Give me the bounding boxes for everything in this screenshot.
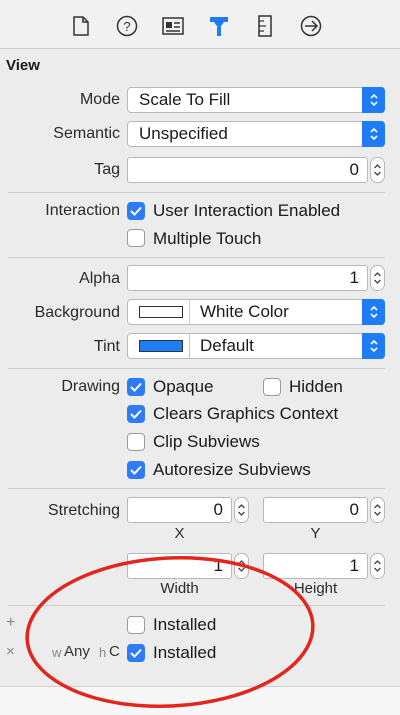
user-interaction-label: User Interaction Enabled	[153, 201, 341, 220]
tint-value: Default	[200, 336, 254, 355]
installed-variation-checkbox[interactable]	[127, 644, 145, 662]
multiple-touch-checkbox[interactable]	[127, 229, 145, 247]
section-divider	[8, 605, 385, 606]
mode-popup[interactable]: Scale To Fill	[127, 87, 385, 113]
background-color-swatch	[139, 306, 183, 318]
popup-arrows-icon	[362, 121, 385, 147]
section-divider	[8, 192, 385, 193]
size-inspector-icon[interactable]	[253, 14, 277, 38]
alpha-field[interactable]: 1	[127, 265, 368, 291]
stretching-label: Stretching	[47, 502, 120, 519]
height-class-value: C	[109, 643, 120, 660]
section-divider	[8, 368, 385, 369]
mode-label: Mode	[79, 91, 120, 108]
stretching-width-caption: Width	[160, 580, 199, 597]
tag-field[interactable]: 0	[127, 157, 368, 183]
stretching-y-caption: Y	[310, 525, 321, 542]
toolbar-divider	[0, 48, 400, 49]
stretching-width-stepper[interactable]	[234, 553, 249, 579]
multiple-touch-label: Multiple Touch	[153, 229, 262, 248]
stretching-x-value: 0	[213, 500, 223, 519]
mode-value: Scale To Fill	[139, 90, 231, 109]
clears-graphics-label: Clears Graphics Context	[153, 404, 339, 423]
background-popup[interactable]: White Color	[127, 299, 385, 325]
installed-checkbox[interactable]	[127, 616, 145, 634]
clip-subviews-checkbox[interactable]	[127, 433, 145, 451]
background-value: White Color	[200, 302, 289, 321]
width-class-value: Any	[64, 643, 90, 660]
stretching-width-value: 1	[213, 556, 223, 575]
installed-variation-label: Installed	[153, 643, 217, 662]
quick-help-icon[interactable]: ?	[115, 14, 139, 38]
stretching-y-stepper[interactable]	[370, 497, 385, 523]
height-class-prefix: h	[99, 645, 107, 660]
stretching-y-field[interactable]: 0	[263, 497, 368, 523]
opaque-checkbox[interactable]	[127, 378, 145, 396]
semantic-popup[interactable]: Unspecified	[127, 121, 385, 147]
semantic-value: Unspecified	[139, 124, 228, 143]
tint-color-swatch	[139, 340, 183, 352]
inspector-toolbar: ?	[0, 0, 400, 48]
section-divider	[8, 488, 385, 489]
stretching-x-caption: X	[174, 525, 185, 542]
stretching-width-field[interactable]: 1	[127, 553, 232, 579]
remove-variation-button[interactable]: ×	[6, 643, 15, 660]
bottom-bar	[0, 686, 400, 715]
svg-text:?: ?	[123, 19, 130, 34]
stretching-y-value: 0	[349, 500, 359, 519]
popup-arrows-icon	[362, 333, 385, 359]
tag-value: 0	[349, 160, 359, 179]
user-interaction-checkbox[interactable]	[127, 202, 145, 220]
tag-label: Tag	[94, 161, 120, 178]
stretching-height-stepper[interactable]	[370, 553, 385, 579]
hidden-label: Hidden	[289, 377, 343, 396]
popup-arrows-icon	[362, 87, 385, 113]
opaque-label: Opaque	[153, 377, 214, 396]
clip-subviews-label: Clip Subviews	[153, 432, 260, 451]
interaction-label: Interaction	[45, 202, 120, 219]
autoresize-checkbox[interactable]	[127, 461, 145, 479]
clears-graphics-checkbox[interactable]	[127, 405, 145, 423]
tint-label: Tint	[93, 338, 120, 355]
section-title-view: View	[6, 57, 40, 74]
stretching-height-value: 1	[349, 556, 359, 575]
background-label: Background	[34, 304, 120, 321]
swatch-divider	[189, 300, 190, 324]
popup-arrows-icon	[362, 299, 385, 325]
swatch-divider	[189, 334, 190, 358]
stretching-height-caption: Height	[293, 580, 338, 597]
add-variation-button[interactable]: +	[6, 614, 15, 632]
drawing-label: Drawing	[61, 378, 120, 395]
alpha-label: Alpha	[79, 270, 120, 287]
alpha-stepper[interactable]	[370, 265, 385, 291]
installed-label: Installed	[153, 615, 217, 634]
file-inspector-icon[interactable]	[69, 14, 93, 38]
identity-inspector-icon[interactable]	[161, 14, 185, 38]
connections-inspector-icon[interactable]	[299, 14, 323, 38]
autoresize-label: Autoresize Subviews	[153, 460, 311, 479]
tint-popup[interactable]: Default	[127, 333, 385, 359]
semantic-label: Semantic	[53, 125, 120, 142]
alpha-value: 1	[349, 268, 359, 287]
hidden-checkbox[interactable]	[263, 378, 281, 396]
section-divider	[8, 257, 385, 258]
attributes-inspector-icon[interactable]	[207, 14, 231, 38]
width-class-prefix: w	[52, 645, 62, 660]
tag-stepper[interactable]	[370, 157, 385, 183]
stretching-height-field[interactable]: 1	[263, 553, 368, 579]
stretching-x-stepper[interactable]	[234, 497, 249, 523]
stretching-x-field[interactable]: 0	[127, 497, 232, 523]
